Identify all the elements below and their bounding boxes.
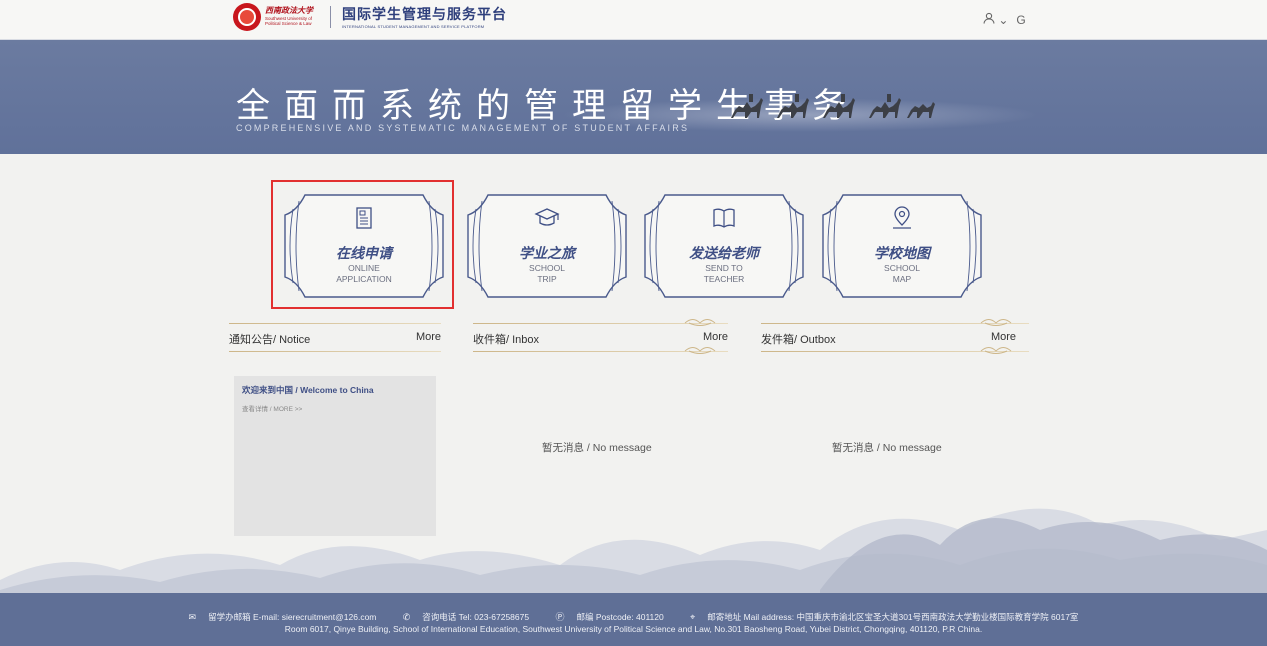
card-title-en-line2: MAP xyxy=(892,274,912,284)
platform-title[interactable]: 国际学生管理与服务平台 INTERNATIONAL STUDENT MANAGE… xyxy=(342,4,507,29)
university-name-cn: 西南政法大学 xyxy=(265,5,313,15)
card-title-cn: 发送给老师 xyxy=(689,246,759,262)
chevron-down-icon: ⌄ xyxy=(998,13,1009,27)
section-title-notice: 通知公告/ Notice xyxy=(229,334,311,346)
university-name[interactable]: 西南政法大学 Southwest University of Political… xyxy=(265,5,320,26)
card-title-en-line2: TRIP xyxy=(537,274,557,284)
postcode-icon: Ⓟ xyxy=(555,612,565,622)
graduation-cap-icon xyxy=(534,208,560,226)
footer-email: ✉ 留学办邮箱 E-mail: sierecruitment@126.com xyxy=(183,612,383,622)
platform-title-en: INTERNATIONAL STUDENT MANAGEMENT AND SER… xyxy=(342,24,485,29)
mail-icon: ✉ xyxy=(188,612,197,622)
inbox-more-link[interactable]: More xyxy=(703,331,728,343)
footer-phone-text: 咨询电话 Tel: 023-67258675 xyxy=(422,612,530,622)
notice-item-title[interactable]: 欢迎来到中国 / Welcome to China xyxy=(242,384,374,396)
footer-contact-row: ✉ 留学办邮箱 E-mail: sierecruitment@126.com ✆ 咨… xyxy=(0,610,1267,623)
footer: ✉ 留学办邮箱 E-mail: sierecruitment@126.com ✆ 咨… xyxy=(0,593,1267,646)
user-tools: ⌄ G xyxy=(983,12,1026,27)
platform-title-cn: 国际学生管理与服务平台 xyxy=(342,6,507,22)
location-icon: ⌖ xyxy=(690,612,696,622)
footer-postcode-text: 邮编 Postcode: 401120 xyxy=(576,612,664,622)
footer-email-text: 留学办邮箱 E-mail: sierecruitment@126.com xyxy=(208,612,377,622)
footer-address: ⌖ 邮寄地址 Mail address: 中国重庆市渝北区宝圣大道301号西南政法… xyxy=(684,612,1084,622)
banner-subtitle: COMPREHENSIVE AND SYSTEMATIC MANAGEMENT … xyxy=(236,123,690,133)
section-title-outbox: 发件箱/ Outbox xyxy=(761,334,836,346)
user-menu-button[interactable]: ⌄ xyxy=(983,12,1008,27)
section-notice: 通知公告/ Notice More xyxy=(229,316,441,358)
section-title-inbox: 收件箱/ Inbox xyxy=(473,334,540,346)
card-title-en-line1: SCHOOL xyxy=(884,263,920,273)
card-title-cn: 学校地图 xyxy=(874,246,930,262)
section-line-bottom xyxy=(229,351,441,352)
university-logo-icon[interactable] xyxy=(233,3,261,31)
footer-postcode: Ⓟ 邮编 Postcode: 401120 xyxy=(549,612,669,622)
book-icon xyxy=(713,208,735,228)
card-title-en-line2: TEACHER xyxy=(703,274,745,284)
logo-divider xyxy=(330,6,331,28)
section-inbox: 收件箱/ Inbox More xyxy=(473,316,728,358)
card-title-en-line1: SCHOOL xyxy=(529,263,565,273)
notice-more-link[interactable]: More xyxy=(416,331,441,343)
footer-address-en: Room 6017, Qinye Building, School of Int… xyxy=(284,624,983,634)
card-title-en: SEND TO TEACHER xyxy=(641,263,807,285)
outbox-empty-message: 暂无消息 / No message xyxy=(832,442,942,454)
mountain-landscape xyxy=(0,508,1267,595)
card-title-cn: 学业之旅 xyxy=(519,246,575,262)
language-switch-button[interactable]: G xyxy=(1016,13,1025,27)
notice-list: 欢迎来到中国 / Welcome to China 查看详情 / MORE >> xyxy=(234,376,436,536)
inbox-empty-message: 暂无消息 / No message xyxy=(542,442,652,454)
card-title-en: SCHOOL TRIP xyxy=(464,263,630,285)
outbox-more-link[interactable]: More xyxy=(991,331,1016,343)
camel-caravan-icon xyxy=(731,94,935,118)
card-send-to-teacher[interactable]: 发送给老师 SEND TO TEACHER xyxy=(641,191,807,301)
top-header: 西南政法大学 Southwest University of Political… xyxy=(0,0,1267,40)
card-title-en-line1: SEND TO xyxy=(705,263,743,273)
card-school-map[interactable]: 学校地图 SCHOOL MAP xyxy=(819,191,985,301)
university-name-en-2: Political Science & Law xyxy=(265,21,312,26)
section-outbox: 发件箱/ Outbox More xyxy=(761,316,1029,358)
card-school-trip[interactable]: 学业之旅 SCHOOL TRIP xyxy=(464,191,630,301)
map-pin-icon xyxy=(893,206,911,229)
phone-icon: ✆ xyxy=(402,612,411,622)
footer-address-text: 邮寄地址 Mail address: 中国重庆市渝北区宝圣大道301号西南政法大… xyxy=(707,612,1079,622)
footer-phone: ✆ 咨询电话 Tel: 023-67258675 xyxy=(397,612,535,622)
section-line-top xyxy=(229,323,441,324)
notice-item-more-link[interactable]: 查看详情 / MORE >> xyxy=(242,403,302,413)
user-icon xyxy=(983,12,995,24)
selection-highlight xyxy=(271,180,454,309)
hero-banner: 全面而系统的管理留学生事务 COMPREHENSIVE AND SYSTEMAT… xyxy=(0,40,1267,154)
card-title-en: SCHOOL MAP xyxy=(819,263,985,285)
